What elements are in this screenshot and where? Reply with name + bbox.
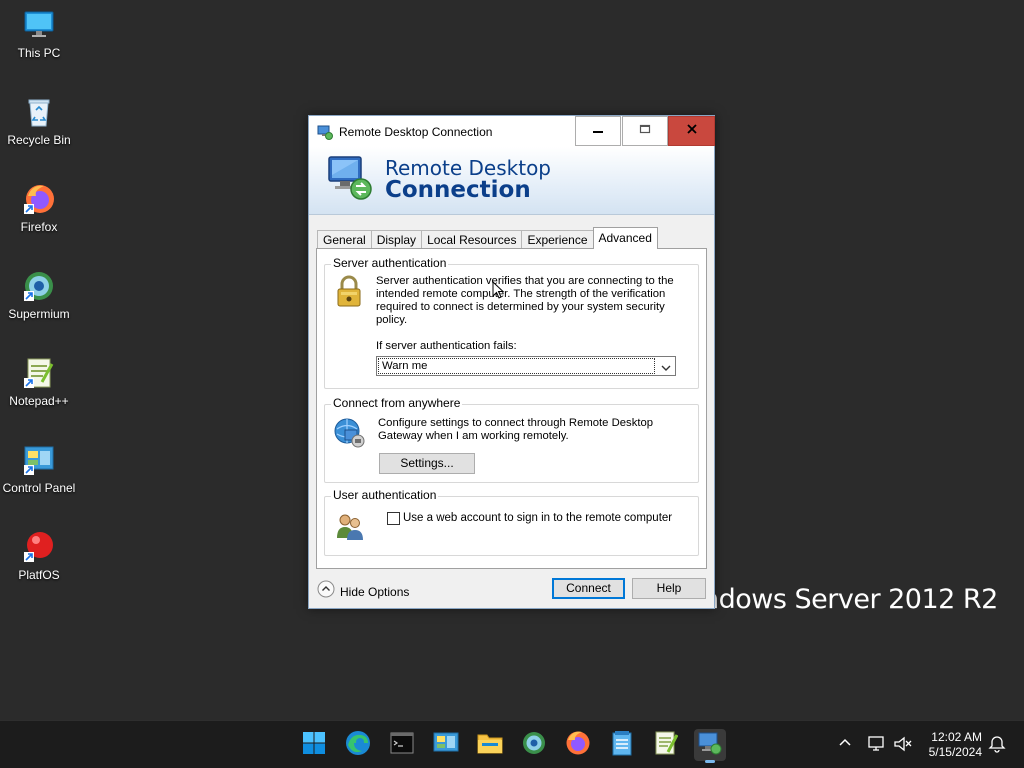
desktop-icon-label: PlatfOS (18, 568, 60, 582)
connect-anywhere-title: Connect from anywhere (331, 396, 463, 410)
recycle-bin-icon (22, 95, 56, 129)
desktop-icon-supermium[interactable]: Supermium (0, 269, 78, 321)
supermium-icon (522, 731, 546, 760)
remote-desktop-icon (317, 124, 333, 140)
hide-options-toggle[interactable]: Hide Options (317, 580, 409, 603)
notepadpp-icon (654, 730, 679, 761)
start-button[interactable] (298, 729, 330, 761)
users-icon (334, 511, 366, 546)
desktop-icon-label: This PC (17, 46, 61, 60)
remote-desktop-window: Remote Desktop Connection Remote Desktop… (308, 115, 715, 609)
desktop-icon-control-panel[interactable]: Control Panel (0, 443, 78, 495)
web-account-checkbox[interactable] (387, 512, 400, 525)
remote-desktop-logo-icon (325, 153, 375, 203)
desktop-icon-label: Recycle Bin (7, 133, 71, 147)
notepad-icon (611, 730, 633, 761)
terminal-icon (390, 732, 414, 759)
taskbar-edge[interactable] (342, 729, 374, 761)
help-button[interactable]: Help (632, 578, 706, 599)
system-clock[interactable]: 12:02 AM 5/15/2024 (929, 730, 982, 760)
minimize-button[interactable] (575, 116, 621, 146)
web-account-checkbox-label[interactable]: Use a web account to sign in to the remo… (403, 512, 693, 525)
user-auth-title: User authentication (331, 488, 439, 502)
lock-icon (333, 275, 365, 314)
wallpaper-brand-text: ndows Server 2012 R2 (702, 584, 998, 615)
taskbar-notepad[interactable] (606, 729, 638, 761)
user-auth-group: User authentication Use a web account to… (324, 488, 699, 556)
server-auth-fail-label: If server authentication fails: (376, 340, 517, 352)
firefox-icon (565, 730, 591, 761)
remote-desktop-icon (697, 730, 723, 761)
close-icon (686, 122, 698, 140)
hide-options-label: Hide Options (340, 584, 410, 599)
desktop-icon-notepadpp[interactable]: Notepad++ (0, 356, 78, 408)
desktop-icon-label: Notepad++ (9, 394, 69, 408)
connect-anywhere-description: Configure settings to connect through Re… (378, 417, 654, 442)
server-auth-description: Server authentication verifies that you … (376, 275, 674, 326)
tab-general[interactable]: General (317, 230, 372, 249)
maximize-icon (639, 122, 651, 140)
edge-icon (345, 730, 371, 761)
window-title: Remote Desktop Connection (339, 124, 493, 139)
banner-title-line2: Connection (385, 177, 531, 203)
chevron-up-circle-icon (317, 580, 335, 603)
desktop-icon-recycle-bin[interactable]: Recycle Bin (0, 95, 78, 147)
desktop-icon-label: Supermium (8, 307, 70, 321)
show-hidden-icons-chevron-up-icon[interactable] (837, 735, 853, 756)
advanced-tab-panel: Server authentication Server authenticat… (316, 248, 707, 569)
minimize-icon (592, 122, 604, 140)
notification-icon[interactable] (988, 735, 1006, 758)
maximize-button[interactable] (622, 116, 668, 146)
taskbar-file-explorer[interactable] (474, 729, 506, 761)
tab-experience[interactable]: Experience (521, 230, 594, 249)
connect-anywhere-group: Connect from anywhere Configure settings… (324, 396, 699, 483)
header-banner: Remote Desktop Connection (309, 147, 714, 215)
control-panel-icon (22, 443, 56, 477)
taskbar-control-panel[interactable] (430, 729, 462, 761)
gateway-icon (333, 416, 367, 455)
start-icon (302, 731, 326, 760)
firefox-icon (22, 182, 56, 216)
tab-advanced[interactable]: Advanced (592, 227, 658, 249)
taskbar-remote-desktop[interactable] (694, 729, 726, 763)
network-icon[interactable] (867, 735, 887, 758)
server-auth-fail-value: Warn me (378, 358, 655, 374)
connect-button[interactable]: Connect (552, 578, 625, 599)
notepadpp-icon (22, 356, 56, 390)
tab-local-resources[interactable]: Local Resources (421, 230, 523, 249)
volume-muted-icon[interactable] (893, 735, 913, 758)
desktop-icon-platfos[interactable]: PlatfOS (0, 530, 78, 582)
taskbar-terminal[interactable] (386, 729, 418, 761)
taskbar-supermium[interactable] (518, 729, 550, 761)
taskbar-notepadpp[interactable] (650, 729, 682, 761)
tab-display[interactable]: Display (370, 230, 423, 249)
desktop-icon-firefox[interactable]: Firefox (0, 182, 78, 234)
taskbar-firefox[interactable] (562, 729, 594, 761)
close-button[interactable] (668, 116, 715, 146)
mouse-cursor-icon (492, 280, 505, 304)
supermium-icon (22, 269, 56, 303)
chevron-down-icon (660, 361, 672, 379)
clock-date: 5/15/2024 (928, 745, 982, 759)
desktop-icon-label: Firefox (20, 220, 58, 234)
server-auth-group: Server authentication Server authenticat… (324, 256, 699, 389)
server-auth-fail-select[interactable]: Warn me (376, 356, 676, 376)
desktop-icon-label: Control Panel (2, 481, 76, 495)
server-auth-title: Server authentication (331, 256, 449, 270)
desktop-icon-this-pc[interactable]: This PC (0, 8, 78, 60)
control-panel-icon (433, 731, 459, 760)
gateway-settings-button[interactable]: Settings... (379, 453, 475, 474)
file-explorer-icon (477, 732, 503, 759)
platfos-icon (22, 530, 56, 564)
tab-strip: General Display Local Resources Experien… (317, 227, 658, 249)
taskbar: 12:02 AM 5/15/2024 (0, 720, 1024, 768)
title-bar[interactable]: Remote Desktop Connection (309, 116, 715, 147)
clock-time: 12:02 AM (931, 730, 982, 744)
monitor-icon (22, 8, 56, 42)
